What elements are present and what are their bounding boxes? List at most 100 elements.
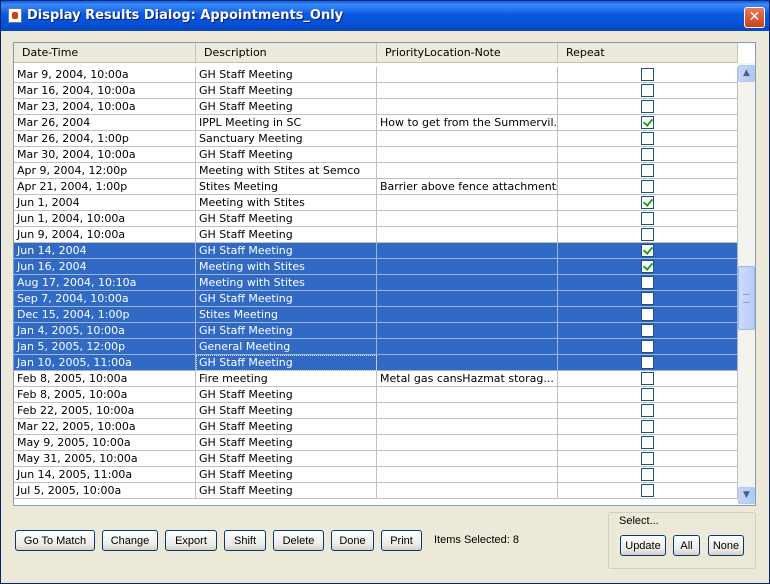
description-cell[interactable]: Fire meeting xyxy=(196,371,377,387)
table-row[interactable]: Mar 23, 2004, 10:00a GH Staff Meeting xyxy=(14,99,738,115)
repeat-checkbox[interactable] xyxy=(641,468,654,481)
date-time-cell[interactable]: Jun 14, 2005, 11:00a xyxy=(14,467,196,483)
title-bar[interactable]: Display Results Dialog: Appointments_Onl… xyxy=(1,1,769,31)
table-row[interactable]: May 9, 2005, 10:00a GH Staff Meeting xyxy=(14,435,738,451)
repeat-checkbox[interactable] xyxy=(641,196,654,209)
description-cell[interactable]: General Meeting xyxy=(196,339,377,355)
repeat-checkbox[interactable] xyxy=(641,276,654,289)
done-button[interactable]: Done xyxy=(331,530,374,551)
table-row[interactable]: Jun 16, 2004 Meeting with Stites xyxy=(14,259,738,275)
scrollbar-thumb[interactable] xyxy=(738,266,755,330)
note-cell[interactable] xyxy=(377,435,558,451)
date-time-cell[interactable]: Jan 4, 2005, 10:00a xyxy=(14,323,196,339)
description-cell[interactable]: GH Staff Meeting xyxy=(196,451,377,467)
repeat-cell[interactable] xyxy=(558,67,738,83)
repeat-cell[interactable] xyxy=(558,323,738,339)
description-cell[interactable]: Meeting with Stites xyxy=(196,259,377,275)
table-row[interactable]: May 31, 2005, 10:00a GH Staff Meeting xyxy=(14,451,738,467)
note-cell[interactable] xyxy=(377,307,558,323)
date-time-cell[interactable]: Mar 23, 2004, 10:00a xyxy=(14,99,196,115)
date-time-cell[interactable]: Mar 9, 2004, 10:00a xyxy=(14,67,196,83)
note-cell[interactable] xyxy=(377,467,558,483)
repeat-checkbox[interactable] xyxy=(641,164,654,177)
date-time-cell[interactable]: May 31, 2005, 10:00a xyxy=(14,451,196,467)
repeat-cell[interactable] xyxy=(558,179,738,195)
date-time-cell[interactable]: Jan 5, 2005, 12:00p xyxy=(14,339,196,355)
date-time-cell[interactable]: Feb 22, 2005, 10:00a xyxy=(14,403,196,419)
repeat-cell[interactable] xyxy=(558,291,738,307)
repeat-cell[interactable] xyxy=(558,307,738,323)
table-row[interactable]: Jun 9, 2004, 10:00a GH Staff Meeting xyxy=(14,227,738,243)
note-cell[interactable] xyxy=(377,83,558,99)
description-cell[interactable]: GH Staff Meeting xyxy=(196,419,377,435)
select-all-button[interactable]: All xyxy=(673,535,700,556)
shift-button[interactable]: Shift xyxy=(224,530,266,551)
go-to-match-button[interactable]: Go To Match xyxy=(15,530,95,551)
description-cell[interactable]: GH Staff Meeting xyxy=(196,355,377,371)
repeat-checkbox[interactable] xyxy=(641,388,654,401)
note-cell[interactable] xyxy=(377,291,558,307)
repeat-cell[interactable] xyxy=(558,387,738,403)
repeat-cell[interactable] xyxy=(558,243,738,259)
delete-button[interactable]: Delete xyxy=(273,530,324,551)
description-cell[interactable]: GH Staff Meeting xyxy=(196,403,377,419)
export-button[interactable]: Export xyxy=(165,530,217,551)
table-row[interactable]: Mar 26, 2004 IPPL Meeting in SC How to get… xyxy=(14,115,738,131)
repeat-cell[interactable] xyxy=(558,403,738,419)
note-cell[interactable] xyxy=(377,211,558,227)
update-button[interactable]: Update xyxy=(620,535,666,556)
table-row[interactable]: Apr 21, 2004, 1:00p Stites Meeting Barrier… xyxy=(14,179,738,195)
description-cell[interactable]: GH Staff Meeting xyxy=(196,291,377,307)
repeat-cell[interactable] xyxy=(558,99,738,115)
description-cell[interactable]: GH Staff Meeting xyxy=(196,147,377,163)
repeat-cell[interactable] xyxy=(558,451,738,467)
note-cell[interactable] xyxy=(377,243,558,259)
repeat-checkbox[interactable] xyxy=(641,100,654,113)
scroll-up-button[interactable]: ▲ xyxy=(738,65,755,82)
select-none-button[interactable]: None xyxy=(708,535,744,556)
date-time-cell[interactable]: Apr 21, 2004, 1:00p xyxy=(14,179,196,195)
repeat-checkbox[interactable] xyxy=(641,452,654,465)
date-time-cell[interactable]: Jun 1, 2004 xyxy=(14,195,196,211)
repeat-cell[interactable] xyxy=(558,227,738,243)
table-row[interactable]: Feb 22, 2005, 10:00a GH Staff Meeting xyxy=(14,403,738,419)
note-cell[interactable] xyxy=(377,99,558,115)
repeat-checkbox[interactable] xyxy=(641,84,654,97)
date-time-cell[interactable]: Feb 8, 2005, 10:00a xyxy=(14,387,196,403)
note-cell[interactable] xyxy=(377,259,558,275)
note-cell[interactable]: How to get from the Summervil... xyxy=(377,115,558,131)
description-cell[interactable]: GH Staff Meeting xyxy=(196,467,377,483)
date-time-cell[interactable]: Jun 1, 2004, 10:00a xyxy=(14,211,196,227)
date-time-cell[interactable]: Aug 17, 2004, 10:10a xyxy=(14,275,196,291)
note-cell[interactable] xyxy=(377,163,558,179)
description-cell[interactable]: Stites Meeting xyxy=(196,307,377,323)
note-cell[interactable] xyxy=(377,387,558,403)
date-time-cell[interactable]: Jun 14, 2004 xyxy=(14,243,196,259)
note-cell[interactable] xyxy=(377,323,558,339)
date-time-cell[interactable]: Jan 10, 2005, 11:00a xyxy=(14,355,196,371)
description-cell[interactable]: GH Staff Meeting xyxy=(196,67,377,83)
repeat-cell[interactable] xyxy=(558,483,738,499)
table-row[interactable]: Jan 10, 2005, 11:00a GH Staff Meeting xyxy=(14,355,738,371)
repeat-checkbox[interactable] xyxy=(641,116,654,129)
repeat-checkbox[interactable] xyxy=(641,68,654,81)
date-time-cell[interactable]: Mar 22, 2005, 10:00a xyxy=(14,419,196,435)
note-cell[interactable] xyxy=(377,67,558,83)
description-cell[interactable]: GH Staff Meeting xyxy=(196,211,377,227)
note-cell[interactable] xyxy=(377,451,558,467)
table-row[interactable]: Jul 5, 2005, 10:00a GH Staff Meeting xyxy=(14,483,738,499)
repeat-cell[interactable] xyxy=(558,355,738,371)
date-time-cell[interactable]: May 9, 2005, 10:00a xyxy=(14,435,196,451)
repeat-cell[interactable] xyxy=(558,147,738,163)
date-time-cell[interactable]: Jun 16, 2004 xyxy=(14,259,196,275)
table-row[interactable]: Mar 22, 2005, 10:00a GH Staff Meeting xyxy=(14,419,738,435)
repeat-cell[interactable] xyxy=(558,211,738,227)
table-row[interactable]: Mar 26, 2004, 1:00p Sanctuary Meeting xyxy=(14,131,738,147)
repeat-cell[interactable] xyxy=(558,467,738,483)
date-time-cell[interactable]: Apr 9, 2004, 12:00p xyxy=(14,163,196,179)
repeat-checkbox[interactable] xyxy=(641,212,654,225)
note-cell[interactable]: Metal gas cansHazmat storag... xyxy=(377,371,558,387)
repeat-checkbox[interactable] xyxy=(641,372,654,385)
table-row[interactable]: Feb 8, 2005, 10:00a Fire meeting Metal gas… xyxy=(14,371,738,387)
description-cell[interactable]: IPPL Meeting in SC xyxy=(196,115,377,131)
